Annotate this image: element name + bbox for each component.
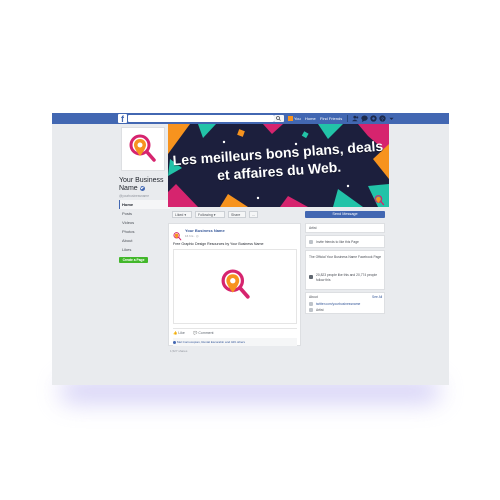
invite-icon [309,240,313,244]
business-logo-icon [129,134,156,162]
user-profile-link[interactable]: You [288,115,301,122]
invite-box: Invite friends to like this Page [305,235,385,248]
search-button[interactable] [274,115,284,122]
verified-badge-icon [139,185,145,191]
about-label: About [309,295,318,299]
menu-arrow-icon[interactable] [388,115,395,122]
category-box: Artist [305,223,385,233]
avatar [288,116,293,122]
likes-count-text: 20,823 people like this and 20,774 peopl… [316,273,378,282]
find-friends-link[interactable]: Find Friends [320,115,342,122]
invite-link[interactable]: Invite friends to like this Page [316,240,359,244]
more-button[interactable]: ... [249,211,258,218]
official-page-text: The Official Your Business Name Facebook… [309,255,382,259]
business-logo-icon [221,269,250,299]
like-button[interactable]: 👍 Like [173,329,185,337]
help-icon[interactable]: ? [379,115,386,122]
category-icon [309,308,313,312]
user-name: You [294,116,301,121]
search-input[interactable] [128,115,274,122]
search-icon [276,116,281,121]
send-message-button[interactable]: Send Message [305,211,385,218]
post-card: Your Business Name 16 hrs · ◎ Free Graph… [168,223,301,346]
post-author-avatar[interactable] [173,228,182,241]
cover-photo[interactable]: Les meilleurs bons plans, deals et affai… [168,124,389,207]
about-box: About See All twitter.com/yourbusinessna… [305,292,385,314]
twitter-link[interactable]: twitter.com/yourbusinessname [316,302,360,306]
page-handle[interactable]: @yourbusinessname [119,194,149,198]
community-box: The Official Your Business Name Facebook… [305,250,385,290]
post-text: Free Graphic Design Resources by Your Bu… [173,242,264,246]
nav-home[interactable]: Home [119,200,170,209]
friends-icon[interactable] [352,115,359,122]
profile-picture[interactable] [121,127,165,171]
post-image[interactable] [173,249,297,324]
page-navigation: Home Posts Videos Photos About Likes [119,200,170,254]
svg-text:?: ? [381,116,384,122]
nav-likes[interactable]: Likes [119,245,170,254]
twitter-icon [309,302,313,306]
cover-logo-icon [374,193,385,206]
like-label: Like [178,331,185,335]
top-navigation-bar: f You Home Find Friends ? [52,113,449,124]
reactions-text: Mel Cornucopian, Rental Escorabin and 42… [177,340,246,344]
messages-icon[interactable] [361,115,368,122]
see-all-link[interactable]: See All [372,295,382,299]
topbar-divider [347,115,348,122]
page-title: Your Business Name [119,177,169,193]
nav-posts[interactable]: Posts [119,209,170,218]
create-page-button[interactable]: Create a Page [119,257,148,263]
post-author-name[interactable]: Your Business Name [185,228,225,233]
facebook-logo[interactable]: f [118,114,127,124]
comment-button[interactable]: 💬 Comment [193,329,214,337]
category-text: Artist [309,226,317,230]
thumbs-up-icon [309,275,313,279]
facebook-page-mockup: f You Home Find Friends ? Your Business … [52,113,449,385]
following-button[interactable]: Following ▾ [195,211,225,218]
post-shares[interactable]: 1,527 shares [170,349,187,353]
share-button[interactable]: Share [228,211,246,218]
category-link[interactable]: Artist [316,308,324,312]
post-divider [173,328,297,329]
nav-about[interactable]: About [119,236,170,245]
post-reactions[interactable]: Mel Cornucopian, Rental Escorabin and 42… [173,338,297,346]
reaction-icon [173,340,176,344]
nav-photos[interactable]: Photos [119,227,170,236]
notifications-icon[interactable] [370,115,377,122]
home-link[interactable]: Home [305,115,316,122]
post-timestamp[interactable]: 16 hrs · ◎ [185,234,199,238]
nav-videos[interactable]: Videos [119,218,170,227]
comment-label: Comment [198,331,214,335]
liked-button[interactable]: Liked ▾ [172,211,192,218]
